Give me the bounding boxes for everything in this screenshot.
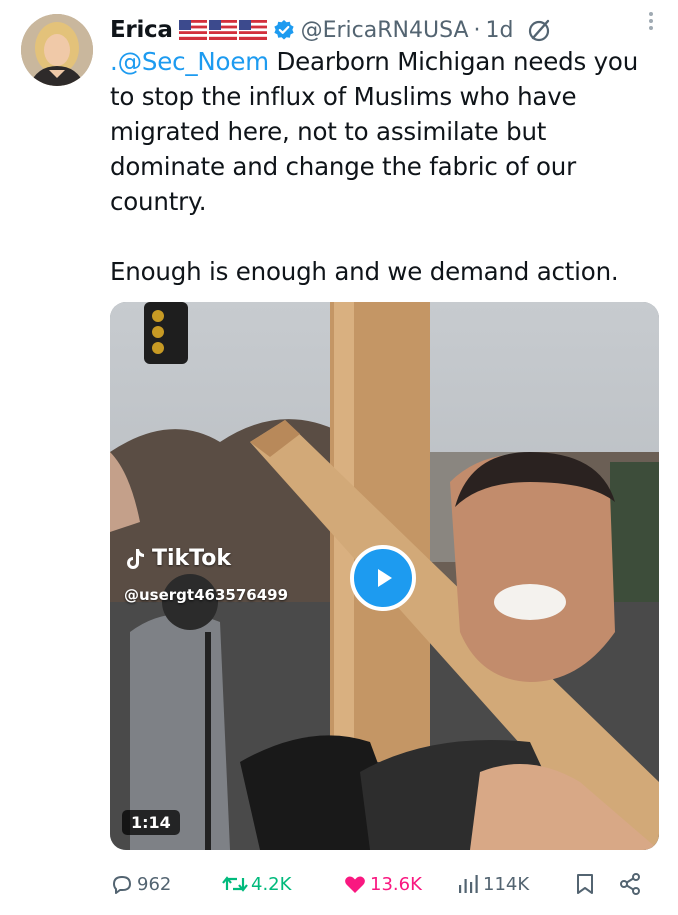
flag-emojis (178, 20, 267, 40)
more-icon[interactable] (644, 6, 658, 36)
share-icon (620, 873, 640, 895)
timestamp[interactable]: 1d (486, 18, 514, 43)
tiktok-brand: TikTok (152, 546, 232, 571)
separator-dot: · (473, 17, 481, 43)
reply-count: 962 (137, 873, 172, 895)
like-icon (345, 876, 365, 893)
repost-button[interactable]: 4.2K (222, 872, 291, 896)
views-icon (459, 875, 478, 893)
view-count: 114K (483, 873, 530, 895)
tweet-paragraph-2: Enough is enough and we demand action. (110, 257, 619, 286)
tiktok-username: @usergt463576499 (124, 586, 289, 604)
repost-icon (222, 876, 248, 892)
video-media[interactable]: TikTok @usergt463576499 1:14 (110, 302, 659, 850)
reply-button[interactable]: 962 (110, 872, 171, 896)
bookmark-icon (577, 874, 593, 894)
us-flag-icon (208, 20, 237, 40)
tiktok-watermark: TikTok (124, 546, 231, 571)
video-duration: 1:14 (122, 810, 180, 835)
like-count: 13.6K (370, 873, 422, 895)
tweet-paragraph-1: .@Sec_Noem Dearborn Michigan needs you t… (110, 44, 655, 219)
play-icon (378, 569, 392, 587)
tiktok-logo-icon (127, 548, 144, 569)
tweet-text: .@Sec_Noem Dearborn Michigan needs you t… (110, 44, 655, 289)
share-button[interactable] (618, 872, 642, 896)
bookmark-button[interactable] (574, 872, 596, 896)
play-button[interactable] (350, 545, 416, 611)
author-handle[interactable]: @EricaRN4USA (301, 18, 469, 43)
like-button[interactable]: 13.6K (343, 872, 422, 896)
us-flag-icon (238, 20, 267, 40)
tweet-header: Erica @EricaRN4USA · 1d (110, 12, 664, 48)
repost-count: 4.2K (251, 873, 292, 895)
avatar[interactable] (21, 14, 93, 86)
verified-badge-icon (273, 19, 295, 41)
views-button[interactable]: 114K (456, 872, 529, 896)
author-name[interactable]: Erica (110, 17, 173, 43)
reply-icon (113, 876, 131, 894)
us-flag-icon (178, 20, 207, 40)
action-bar: 962 4.2K 13.6K 114K (110, 866, 655, 904)
grok-icon[interactable] (527, 17, 553, 43)
mention-link[interactable]: .@Sec_Noem (110, 47, 269, 76)
